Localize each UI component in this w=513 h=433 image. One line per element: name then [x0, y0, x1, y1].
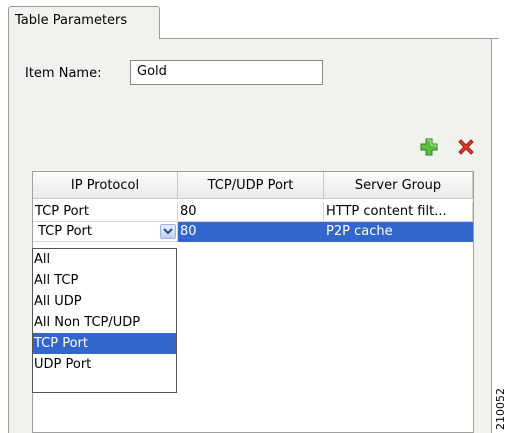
- cell-port[interactable]: 80: [178, 202, 324, 222]
- dropdown-option-all[interactable]: All: [33, 249, 176, 270]
- cell-server-group[interactable]: HTTP content filt...: [324, 202, 473, 222]
- figure-id: 210052: [494, 388, 510, 430]
- item-name-input[interactable]: Gold: [130, 60, 323, 85]
- dropdown-option-tcp-port[interactable]: TCP Port: [33, 333, 176, 354]
- item-name-label: Item Name:: [25, 66, 102, 81]
- protocol-combobox[interactable]: TCP Port: [33, 222, 177, 241]
- dropdown-option-all-non-tcp-udp[interactable]: All Non TCP/UDP: [33, 312, 176, 333]
- protocol-dropdown-list[interactable]: All All TCP All UDP All Non TCP/UDP TCP …: [32, 248, 177, 393]
- cell-server-group[interactable]: P2P cache: [324, 222, 473, 242]
- column-header-server-group[interactable]: Server Group: [324, 172, 473, 199]
- plus-icon: [420, 138, 438, 156]
- cell-ip-protocol[interactable]: TCP Port: [33, 202, 178, 222]
- delete-row-button[interactable]: [455, 136, 477, 158]
- cell-port[interactable]: 80: [178, 222, 324, 242]
- combobox-value: TCP Port: [38, 224, 92, 239]
- figure-id-text: 210052: [494, 388, 507, 430]
- chevron-down-icon: [163, 228, 173, 235]
- table-row[interactable]: TCP Port 80 HTTP content filt...: [33, 202, 473, 222]
- tab-table-parameters[interactable]: Table Parameters: [8, 6, 160, 39]
- column-header-ip-protocol[interactable]: IP Protocol: [33, 172, 178, 199]
- column-header-tcp-udp-port[interactable]: TCP/UDP Port: [178, 172, 324, 199]
- cell-ip-protocol-editor[interactable]: TCP Port: [33, 222, 178, 242]
- combobox-dropdown-button[interactable]: [160, 224, 176, 239]
- dropdown-option-all-tcp[interactable]: All TCP: [33, 270, 176, 291]
- dropdown-option-udp-port[interactable]: UDP Port: [33, 354, 176, 375]
- table-row-selected[interactable]: TCP Port 80 P2P cache: [33, 222, 473, 242]
- tab-label: Table Parameters: [15, 13, 128, 28]
- dropdown-option-all-udp[interactable]: All UDP: [33, 291, 176, 312]
- x-icon: [458, 139, 474, 155]
- add-row-button[interactable]: [418, 136, 440, 158]
